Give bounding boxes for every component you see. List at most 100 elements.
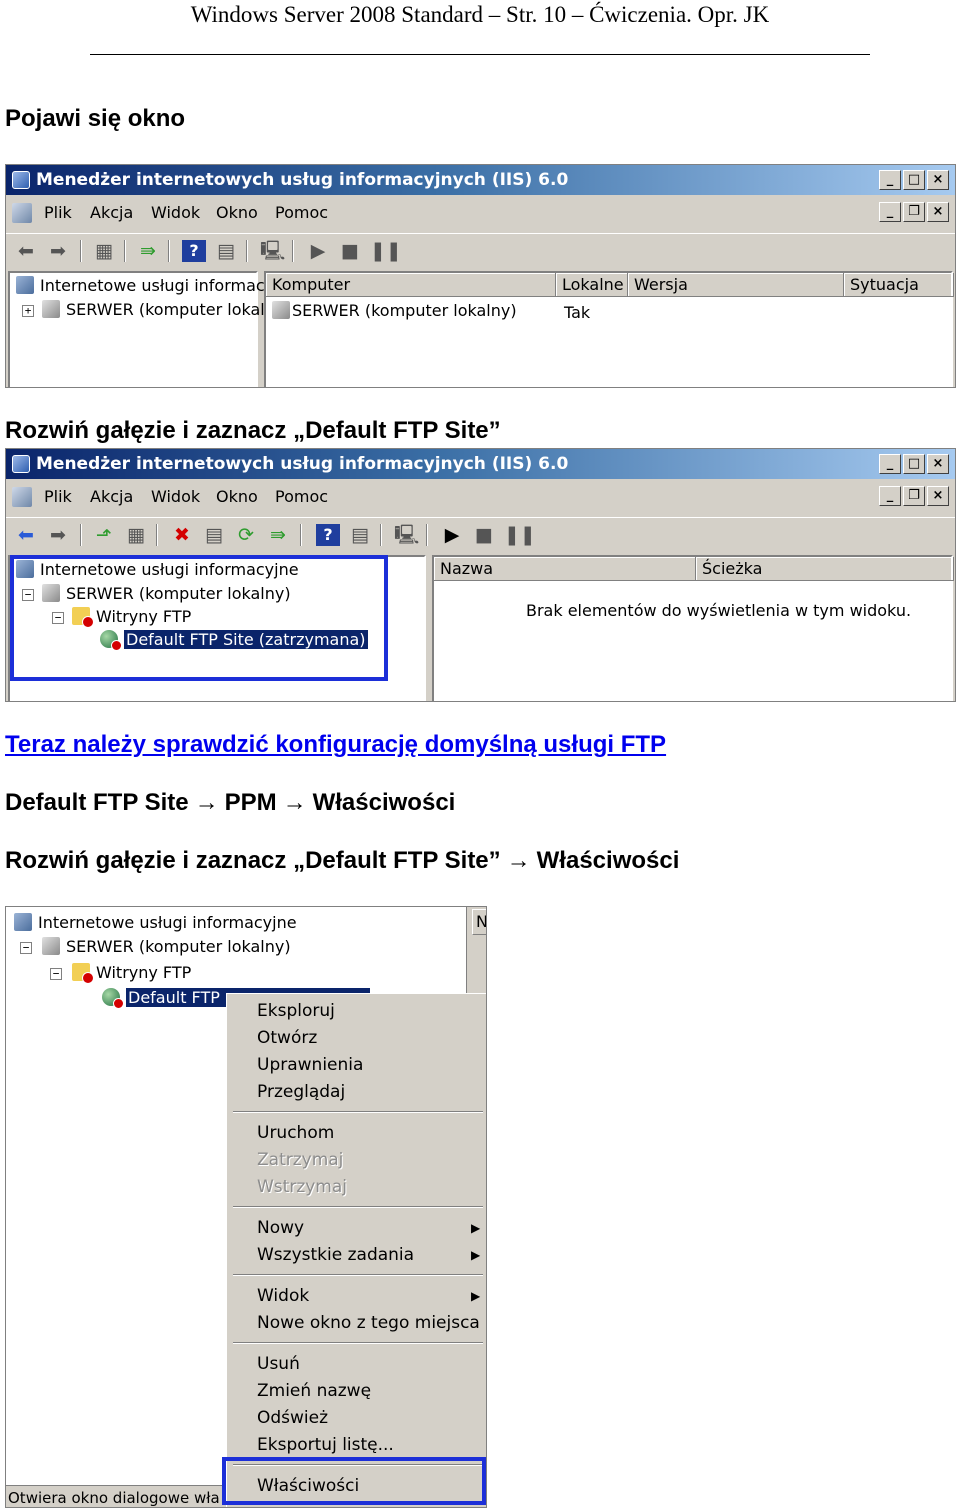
forward-icon[interactable]: ➡ (46, 524, 70, 546)
iis-app-icon (12, 455, 30, 473)
properties-view-icon[interactable]: ▤ (214, 240, 238, 262)
export-list-icon[interactable]: ⇛ (136, 240, 160, 262)
empty-list-message: Brak elementów do wyświetlenia w tym wid… (526, 601, 912, 620)
tree-node-server[interactable]: SERWER (komputer lokalny (42, 299, 284, 321)
play-icon[interactable]: ▶ (306, 240, 330, 262)
iis-window-2: Menedżer internetowych usług informacyjn… (5, 448, 956, 702)
tree-node-iis[interactable]: Internetowe usługi informacyjn (16, 275, 289, 297)
maximize-button[interactable]: □ (903, 454, 925, 474)
help-icon[interactable]: ? (182, 240, 206, 262)
collapse-icon[interactable]: − (50, 968, 62, 980)
mmc-console-icon[interactable] (12, 487, 32, 507)
properties-icon[interactable]: ▤ (202, 524, 226, 546)
tree-node-iis[interactable]: Internetowe usługi informacyjne (16, 559, 299, 581)
mmc-console-icon[interactable] (12, 203, 32, 223)
collapse-icon[interactable]: − (20, 942, 32, 954)
tree-pane: Internetowe usługi informacyjn + SERWER … (8, 271, 289, 387)
menu-okno[interactable]: Okno (216, 481, 258, 513)
close-button[interactable]: × (927, 170, 949, 190)
column-lokalne[interactable]: Lokalne (556, 273, 628, 297)
help-icon[interactable]: ? (316, 524, 340, 546)
tree-node-ftp-sites[interactable]: Witryny FTP (72, 962, 191, 984)
menu-widok[interactable]: Widok (151, 481, 200, 513)
menu-item-eksportuj-listę[interactable]: Eksportuj listę... (257, 1432, 394, 1458)
show-hide-tree-icon[interactable]: ▦ (92, 240, 116, 262)
arrow-icon: → (506, 847, 531, 874)
menu-item-eksploruj[interactable]: Eksploruj (257, 998, 335, 1024)
menu-pomoc[interactable]: Pomoc (275, 197, 328, 229)
delete-icon[interactable]: ✖ (170, 524, 194, 546)
menu-plik[interactable]: Plik (44, 481, 72, 513)
stop-icon[interactable]: ■ (472, 524, 496, 546)
window-title: Menedżer internetowych usług informacyjn… (36, 170, 569, 190)
menu-item-nowy[interactable]: Nowy (257, 1215, 304, 1241)
back-icon[interactable]: ⬅ (14, 524, 38, 546)
paragraph-3-link[interactable]: Teraz należy sprawdzić konfigurację domy… (5, 731, 666, 759)
computer-icon[interactable]: 🖳 (260, 240, 285, 262)
column-nazwa[interactable]: Nazwa (434, 557, 696, 581)
menu-separator (233, 1342, 483, 1344)
tree-node-iis[interactable]: Internetowe usługi informacyjne (14, 912, 297, 934)
minimize-button[interactable]: _ (879, 170, 901, 190)
menu-item-otwórz[interactable]: Otwórz (257, 1025, 317, 1051)
mdi-restore-button[interactable]: ❐ (903, 202, 925, 222)
up-folder-icon[interactable]: ⬏ (92, 524, 116, 546)
menu-item-zmień-nazwę[interactable]: Zmień nazwę (257, 1378, 371, 1404)
play-icon[interactable]: ▶ (440, 524, 464, 546)
collapse-icon[interactable]: − (52, 612, 64, 624)
column-wersja[interactable]: Wersja (628, 273, 844, 297)
export-list-icon[interactable]: ⇛ (266, 524, 290, 546)
expand-icon[interactable]: + (22, 305, 34, 317)
show-hide-tree-icon[interactable]: ▦ (124, 524, 148, 546)
refresh-icon[interactable]: ⟳ (234, 524, 258, 546)
collapse-icon[interactable]: − (22, 589, 34, 601)
tree-node-server[interactable]: SERWER (komputer lokalny) (42, 583, 291, 605)
menu-item-widok[interactable]: Widok (257, 1283, 309, 1309)
menu-pomoc[interactable]: Pomoc (275, 481, 328, 513)
menu-item-przeglądaj[interactable]: Przeglądaj (257, 1079, 345, 1105)
menu-okno[interactable]: Okno (216, 197, 258, 229)
pause-icon[interactable]: ❚❚ (370, 240, 402, 262)
menu-item-nowe-okno-z-tego-miejsca[interactable]: Nowe okno z tego miejsca (257, 1310, 480, 1336)
menu-item-uruchom[interactable]: Uruchom (257, 1120, 334, 1146)
submenu-arrow-icon: ▶ (471, 1248, 481, 1262)
column-komputer[interactable]: Komputer (266, 273, 556, 297)
menu-akcja[interactable]: Akcja (90, 197, 133, 229)
mdi-restore-button[interactable]: ❐ (903, 486, 925, 506)
column-sciezka[interactable]: Ścieżka (696, 557, 954, 581)
mdi-minimize-button[interactable]: _ (879, 486, 901, 506)
mdi-minimize-button[interactable]: _ (879, 202, 901, 222)
close-button[interactable]: × (927, 454, 949, 474)
mdi-close-button[interactable]: × (927, 202, 949, 222)
menu-item-usuń[interactable]: Usuń (257, 1351, 300, 1377)
maximize-button[interactable]: □ (903, 170, 925, 190)
arrow-icon: → (282, 789, 307, 816)
menu-akcja[interactable]: Akcja (90, 481, 133, 513)
menu-widok[interactable]: Widok (151, 197, 200, 229)
tree-node-ftp-sites[interactable]: Witryny FTP (72, 606, 191, 628)
menu-item-wszystkie-zadania[interactable]: Wszystkie zadania (257, 1242, 414, 1268)
column-header-stub[interactable]: N (472, 909, 486, 935)
title-bar: Menedżer internetowych usług informacyjn… (6, 449, 955, 479)
list-pane: Nazwa Ścieżka Brak elementów do wyświetl… (432, 555, 954, 701)
properties-view-icon[interactable]: ▤ (348, 524, 372, 546)
iis-icon (16, 276, 34, 294)
tree-node-default-ftp-site[interactable]: Default FTP Site (zatrzymana) (100, 629, 368, 651)
mdi-close-button[interactable]: × (927, 486, 949, 506)
tree-node-server[interactable]: SERWER (komputer lokalny) (42, 936, 291, 958)
menu-item-właściwości[interactable]: Właściwości (257, 1473, 359, 1499)
column-sytuacja[interactable]: Sytuacja (844, 273, 954, 297)
server-icon (272, 301, 290, 319)
stop-icon[interactable]: ■ (338, 240, 362, 262)
forward-icon[interactable]: ➡ (46, 240, 70, 262)
menu-item-odśwież[interactable]: Odśwież (257, 1405, 328, 1431)
iis-icon (14, 913, 32, 931)
menu-item-uprawnienia[interactable]: Uprawnienia (257, 1052, 363, 1078)
list-row-server[interactable]: SERWER (komputer lokalny) (272, 301, 517, 320)
minimize-button[interactable]: _ (879, 454, 901, 474)
menu-plik[interactable]: Plik (44, 197, 72, 229)
pause-icon[interactable]: ❚❚ (504, 524, 536, 546)
computer-icon[interactable]: 🖳 (394, 524, 419, 546)
back-icon[interactable]: ⬅ (14, 240, 38, 262)
context-menu: Eksploruj Otwórz Uprawnienia Przeglądaj Uruc… (226, 993, 486, 1507)
